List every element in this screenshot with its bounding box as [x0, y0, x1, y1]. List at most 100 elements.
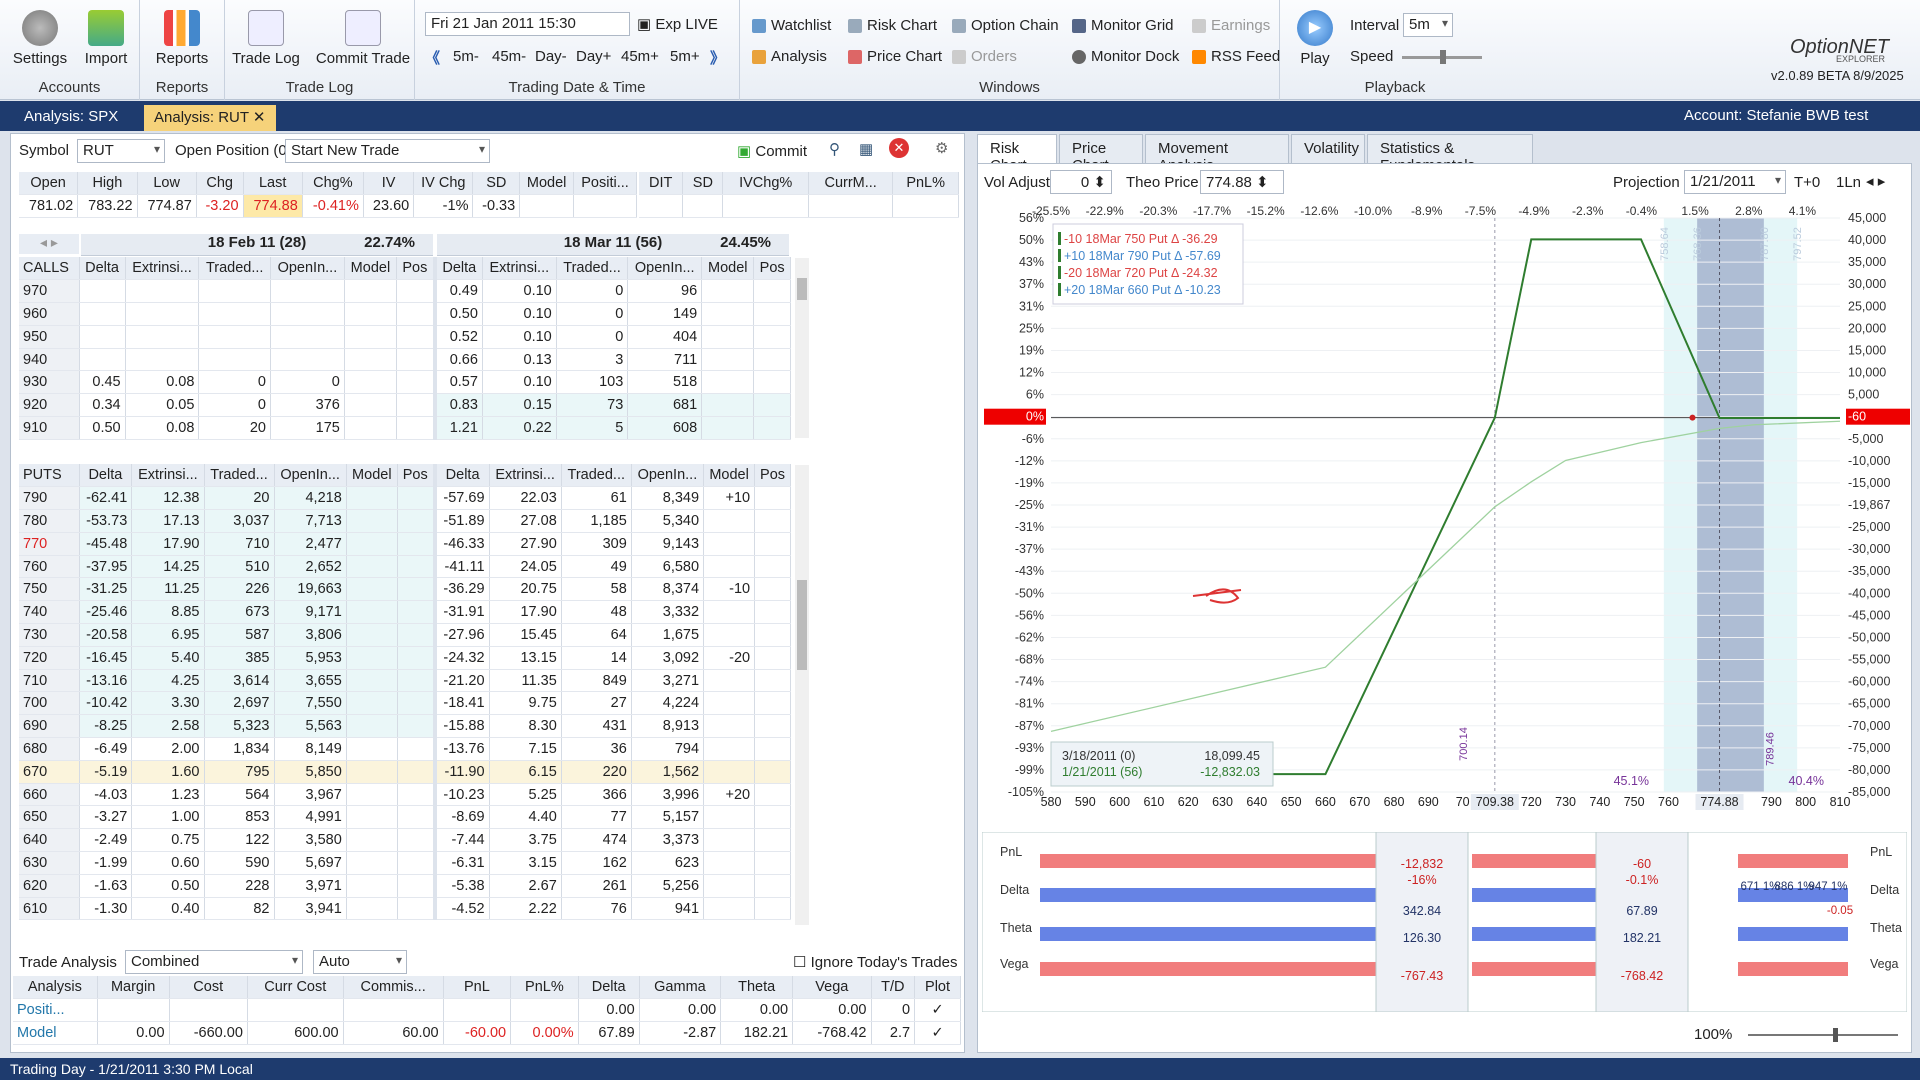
chain-cell[interactable]: 941 [631, 897, 705, 921]
chain-cell[interactable]: 27.90 [489, 532, 562, 556]
chain-cell[interactable] [346, 805, 398, 830]
chain-cell[interactable] [754, 737, 791, 761]
chain-cell[interactable] [703, 555, 756, 579]
chain-cell[interactable]: -18.41 [432, 691, 490, 716]
chain-row[interactable]: 670 -5.19 1.60 795 5,850 -11.90 6.15 220 1,562 [19, 760, 791, 784]
chain-cell[interactable]: 0.05 [125, 393, 200, 418]
chain-cell[interactable]: 673 [204, 600, 275, 625]
chain-cell[interactable]: -10.42 [79, 691, 133, 716]
step-day-fwd[interactable]: Day+ [576, 48, 611, 65]
analysis-row[interactable]: Model 0.00 -660.00 600.00 60.00 -60.00 0.00% 67… [13, 1021, 961, 1045]
chain-cell[interactable]: 0.75 [131, 828, 205, 853]
chain-cell[interactable] [397, 646, 436, 670]
chain-cell[interactable]: 1,675 [631, 623, 705, 647]
chain-cell[interactable]: +20 [703, 783, 756, 807]
chain-row[interactable]: 950 0.52 0.10 0 404 [19, 325, 791, 349]
earnings-button[interactable]: Earnings [1192, 17, 1270, 34]
chain-cell[interactable] [396, 348, 436, 372]
chain-cell[interactable]: 0.45 [79, 370, 126, 395]
chain-cell[interactable]: 0.15 [482, 393, 557, 418]
chain-row[interactable]: 970 0.49 0.10 0 96 [19, 279, 791, 304]
chain-cell[interactable]: -11.90 [432, 760, 490, 784]
chain-cell[interactable] [346, 828, 398, 853]
analysis-button[interactable]: Analysis [752, 48, 827, 65]
oneln-label[interactable]: 1Ln [1836, 174, 1861, 191]
chain-cell[interactable]: 849 [561, 669, 632, 693]
chain-cell[interactable] [754, 509, 791, 533]
chain-cell[interactable]: -51.89 [432, 509, 490, 533]
chain-cell[interactable]: 14.25 [131, 555, 205, 579]
chain-cell[interactable] [701, 279, 755, 304]
chain-cell[interactable]: 385 [204, 646, 275, 670]
chain-cell[interactable] [346, 783, 398, 807]
chain-cell[interactable]: 49 [561, 555, 632, 579]
chain-cell[interactable]: 0.10 [482, 279, 557, 304]
chain-row[interactable]: 610 -1.30 0.40 82 3,941 -4.52 2.22 76 941 [19, 897, 791, 921]
chain-cell[interactable]: -45.48 [79, 532, 133, 556]
chain-cell[interactable]: -46.33 [432, 532, 490, 556]
chain-cell[interactable] [703, 828, 756, 853]
chain-cell[interactable]: 61 [561, 486, 632, 511]
chain-cell[interactable] [397, 874, 436, 898]
tab-price-chart[interactable]: Price Chart [1059, 134, 1143, 174]
monitor-dock-button[interactable]: Monitor Dock [1072, 48, 1179, 65]
chain-cell[interactable]: 149 [627, 302, 703, 326]
chain-cell[interactable] [703, 805, 756, 830]
chain-cell[interactable] [396, 370, 436, 395]
rss-feed-button[interactable]: RSS Feed [1192, 48, 1280, 65]
chain-cell[interactable]: -1.99 [79, 851, 133, 875]
chain-cell[interactable]: 5,563 [274, 714, 347, 739]
chain-cell[interactable]: 64 [561, 623, 632, 647]
chain-cell[interactable]: 853 [204, 805, 275, 830]
analysis-row[interactable]: Positi... 0.00 0.00 0.00 0.00 0 ✓ [13, 998, 961, 1023]
chain-cell[interactable]: -16.45 [79, 646, 133, 670]
chain-cell[interactable]: 36 [561, 737, 632, 761]
chain-cell[interactable]: 0.50 [432, 302, 483, 326]
chain-cell[interactable] [346, 874, 398, 898]
chain-cell[interactable] [125, 348, 200, 372]
chain-cell[interactable]: -20.58 [79, 623, 133, 647]
chain-cell[interactable]: 7,713 [274, 509, 347, 533]
chain-cell[interactable] [701, 370, 755, 395]
chain-cell[interactable]: -8.25 [79, 714, 133, 739]
option-chain-button[interactable]: Option Chain [952, 17, 1059, 34]
chain-cell[interactable]: -7.44 [432, 828, 490, 853]
chain-cell[interactable]: 0 [198, 393, 271, 418]
chain-cell[interactable]: 0.50 [79, 416, 126, 440]
chain-cell[interactable] [701, 302, 755, 326]
risk-chart-svg[interactable]: 56%50%43%37%31%25%19%12%6%0%-6%-12%-19%-… [978, 204, 1913, 824]
import-button[interactable]: Import [78, 6, 134, 67]
chain-cell[interactable] [753, 393, 791, 418]
chain-cell[interactable]: 431 [561, 714, 632, 739]
chain-cell[interactable]: -15.88 [432, 714, 490, 739]
tab-volatility[interactable]: Volatility [1291, 134, 1365, 164]
scroll-thumb[interactable] [797, 278, 807, 300]
analysis-mode-select[interactable]: Combined [125, 950, 303, 974]
chain-cell[interactable]: 73 [556, 393, 629, 418]
chain-cell[interactable]: +10 [703, 486, 756, 511]
ignore-today-checkbox[interactable]: ☐ Ignore Today's Trades [793, 953, 957, 971]
chain-cell[interactable]: 0.10 [482, 302, 557, 326]
chain-cell[interactable] [396, 393, 436, 418]
chain-cell[interactable] [346, 555, 398, 579]
chain-row[interactable]: 730 -20.58 6.95 587 3,806 -27.96 15.45 64 1,675 [19, 623, 791, 647]
chain-cell[interactable]: 3,971 [274, 874, 347, 898]
analysis-cell[interactable]: ✓ [914, 998, 961, 1023]
chain-cell[interactable]: 17.13 [131, 509, 205, 533]
chain-cell[interactable]: 794 [631, 737, 705, 761]
chain-cell[interactable]: -62.41 [79, 486, 133, 511]
chain-cell[interactable] [397, 805, 436, 830]
chain-cell[interactable]: 0 [556, 325, 629, 349]
chain-cell[interactable] [397, 486, 436, 511]
tab-analysis-spx[interactable]: Analysis: SPX [14, 105, 128, 131]
chain-cell[interactable]: 366 [561, 783, 632, 807]
orders-button[interactable]: Orders [952, 48, 1017, 65]
chain-cell[interactable]: 4,224 [631, 691, 705, 716]
step-5m-back[interactable]: 5m- [453, 48, 479, 65]
slider-thumb[interactable] [1440, 50, 1446, 64]
chain-cell[interactable]: -21.20 [432, 669, 490, 693]
chain-cell[interactable] [198, 325, 271, 349]
gear-icon[interactable]: ⚙ [935, 139, 948, 157]
chain-cell[interactable]: 2,652 [274, 555, 347, 579]
chain-cell[interactable] [703, 714, 756, 739]
